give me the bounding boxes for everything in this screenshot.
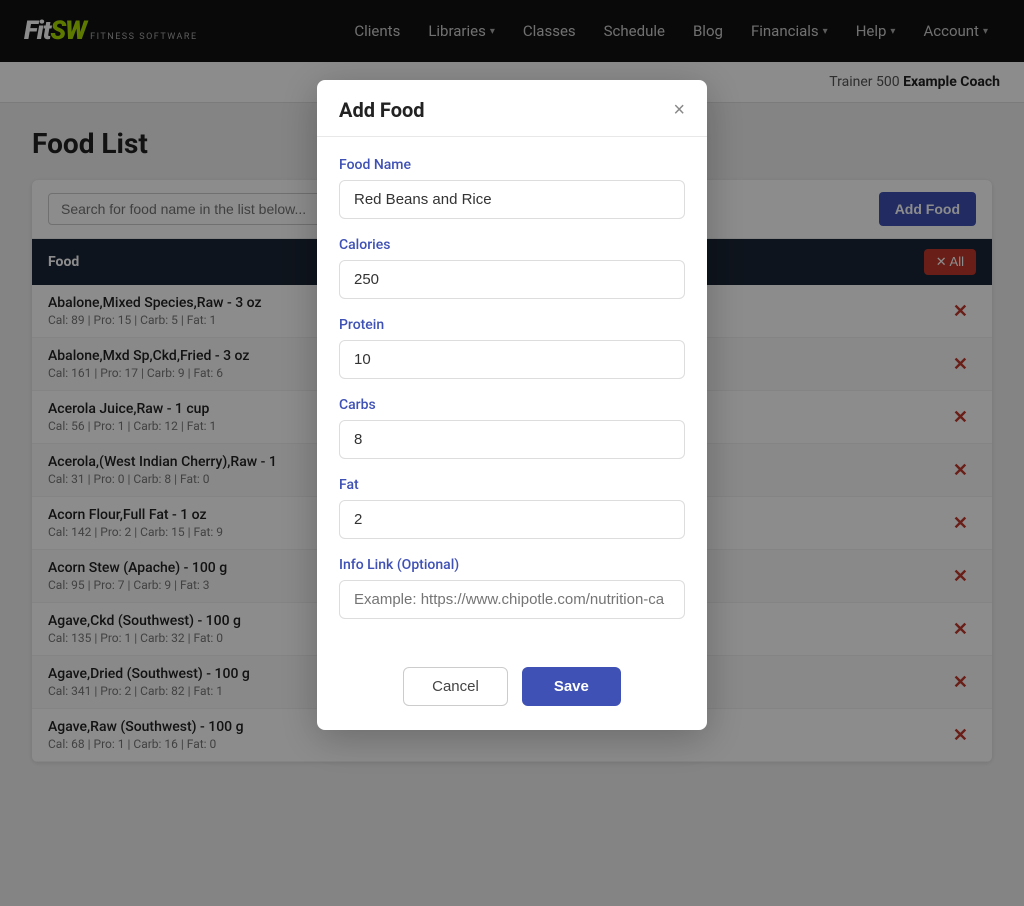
food-name-group: Food Name: [339, 157, 685, 219]
add-food-modal: Add Food × Food Name Calories Protein C: [317, 80, 707, 730]
calories-input[interactable]: [339, 260, 685, 299]
modal-body: Food Name Calories Protein Carbs Fat: [317, 137, 707, 657]
modal-close-button[interactable]: ×: [673, 100, 685, 120]
info-link-group: Info Link (Optional): [339, 557, 685, 619]
fat-group: Fat: [339, 477, 685, 539]
fat-label: Fat: [339, 477, 685, 493]
protein-label: Protein: [339, 317, 685, 333]
food-name-label: Food Name: [339, 157, 685, 173]
info-link-label: Info Link (Optional): [339, 557, 685, 573]
modal-footer: Cancel Save: [317, 657, 707, 730]
carbs-group: Carbs: [339, 397, 685, 459]
cancel-button[interactable]: Cancel: [403, 667, 508, 706]
protein-input[interactable]: [339, 340, 685, 379]
fat-input[interactable]: [339, 500, 685, 539]
modal-title: Add Food: [339, 98, 425, 122]
protein-group: Protein: [339, 317, 685, 379]
carbs-label: Carbs: [339, 397, 685, 413]
modal-overlay: Add Food × Food Name Calories Protein C: [0, 0, 1024, 906]
info-link-input[interactable]: [339, 580, 685, 619]
food-name-input[interactable]: [339, 180, 685, 219]
save-button[interactable]: Save: [522, 667, 621, 706]
calories-label: Calories: [339, 237, 685, 253]
calories-group: Calories: [339, 237, 685, 299]
carbs-input[interactable]: [339, 420, 685, 459]
modal-header: Add Food ×: [317, 80, 707, 137]
